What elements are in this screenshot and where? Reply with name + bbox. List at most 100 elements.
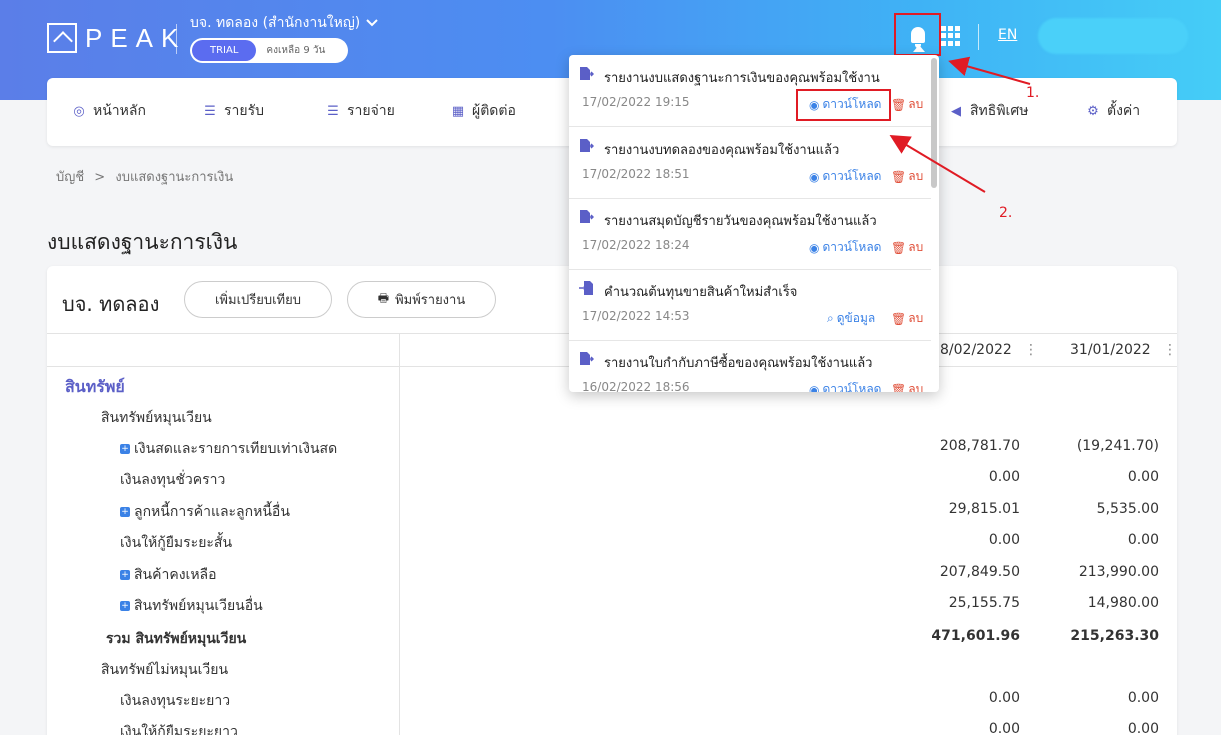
trial-remaining: คงเหลือ 9 วัน	[266, 45, 326, 56]
row-label: สินทรัพย์	[65, 377, 125, 396]
row-value-1: 25,155.75	[948, 595, 1020, 611]
row-value-2: 0.00	[1127, 532, 1159, 548]
nav-item-contacts[interactable]: ▦ ผู้ติดต่อ	[450, 100, 516, 122]
delete-link[interactable]: 🗑 ลบ	[891, 167, 923, 186]
divider	[978, 24, 979, 50]
expense-icon: ☰	[327, 103, 339, 119]
annotation-label-2: 2.	[999, 205, 1013, 221]
dashboard-icon: ◎	[73, 103, 85, 119]
notification-time: 17/02/2022 14:53	[582, 309, 690, 323]
breadcrumb-root[interactable]: บัญชี	[56, 170, 84, 185]
nav-label: สิทธิพิเศษ	[970, 103, 1029, 119]
table-row[interactable]: + เงินสดและรายการเทียบเท่าเงินสด 208,781.…	[47, 432, 1177, 462]
table-row: เงินให้กู้ยืมระยะยาว 0.00 0.00	[47, 715, 1177, 735]
logo-mark-icon	[47, 23, 77, 53]
expand-icon[interactable]: +	[120, 601, 130, 611]
row-label: สินทรัพย์ไม่หมุนเวียน	[101, 662, 229, 678]
view-data-link[interactable]: ⌕ ดูข้อมูล	[827, 309, 875, 328]
gear-icon: ⚙	[1087, 103, 1099, 119]
row-value-1: 29,815.01	[948, 501, 1020, 517]
delete-link[interactable]: 🗑 ลบ	[891, 238, 923, 257]
user-menu[interactable]	[1038, 18, 1188, 54]
nav-item-settings[interactable]: ⚙ ตั้งค่า	[1085, 100, 1140, 122]
row-value-1: 207,849.50	[939, 564, 1020, 580]
table-row: สินทรัพย์ไม่หมุนเวียน	[47, 653, 1177, 683]
report-file-icon	[578, 351, 595, 367]
table-row[interactable]: + ลูกหนี้การค้าและลูกหนี้อื่น 29,815.01 5…	[47, 495, 1177, 525]
annotation-label-1: 1.	[1026, 85, 1040, 101]
nav-item-expense[interactable]: ☰ รายจ่าย	[325, 100, 395, 122]
page-title: งบแสดงฐานะการเงิน	[47, 230, 238, 254]
nav-item-home[interactable]: ◎ หน้าหลัก	[71, 100, 146, 122]
download-link[interactable]: ◉ ดาวน์โหลด	[809, 238, 881, 257]
column-menu-icon[interactable]: ⋮	[1024, 342, 1038, 358]
notification-time: 17/02/2022 19:15	[582, 95, 690, 109]
download-highlight-box	[796, 89, 891, 121]
trash-icon: 🗑	[891, 382, 907, 393]
row-label: เงินสดและรายการเทียบเท่าเงินสด	[134, 441, 338, 457]
printer-icon: 🖶	[377, 291, 390, 305]
download-icon: ◉	[809, 240, 820, 255]
trash-icon: 🗑	[891, 240, 907, 255]
expand-icon[interactable]: +	[120, 570, 130, 580]
peak-logo[interactable]: PEAK	[47, 23, 186, 53]
table-row[interactable]: + สินค้าคงเหลือ 207,849.50 213,990.00	[47, 558, 1177, 588]
nav-item-privileges[interactable]: ◀ สิทธิพิเศษ	[948, 100, 1028, 122]
language-switch[interactable]: EN	[998, 27, 1017, 43]
nav-label: รายจ่าย	[347, 103, 395, 119]
row-value-1: 471,601.96	[931, 628, 1020, 644]
report-file-icon	[578, 209, 595, 225]
delete-link[interactable]: 🗑 ลบ	[891, 309, 923, 328]
column-date-1: 8/02/2022	[940, 342, 1012, 358]
nav-item-income[interactable]: ☰ รายรับ	[202, 100, 264, 122]
row-label: สินทรัพย์หมุนเวียน	[101, 410, 212, 426]
download-label: ดาวน์โหลด	[822, 382, 882, 392]
row-label: สินค้าคงเหลือ	[134, 567, 217, 583]
divider	[176, 24, 177, 54]
table-row[interactable]: + สินทรัพย์หมุนเวียนอื่น 25,155.75 14,980…	[47, 589, 1177, 619]
breadcrumb: บัญชี > งบแสดงฐานะการเงิน	[56, 166, 233, 187]
delete-label: ลบ	[908, 311, 924, 325]
column-menu-icon[interactable]: ⋮	[1163, 342, 1177, 358]
download-link[interactable]: ◉ ดาวน์โหลด	[809, 167, 881, 186]
import-icon	[578, 280, 594, 296]
row-value-1: 0.00	[988, 721, 1020, 735]
trash-icon: 🗑	[891, 97, 907, 112]
notification-item[interactable]: รายงานสมุดบัญชีรายวันของคุณพร้อมใช้งานแล…	[569, 198, 931, 270]
notification-title: รายงานสมุดบัญชีรายวันของคุณพร้อมใช้งานแล…	[604, 214, 877, 229]
dropdown-scrollbar[interactable]	[931, 58, 937, 188]
chevron-down-icon	[366, 19, 378, 27]
row-value-1: 0.00	[988, 690, 1020, 706]
nav-label: หน้าหลัก	[93, 103, 146, 119]
contacts-icon: ▦	[451, 103, 465, 119]
company-selector[interactable]: บจ. ทดลอง (สำนักงานใหญ่)	[190, 12, 378, 34]
delete-label: ลบ	[908, 97, 924, 111]
nav-label: ผู้ติดต่อ	[472, 103, 516, 119]
notification-item[interactable]: รายงานงบทดลองของคุณพร้อมใช้งานแล้ว 17/02…	[569, 127, 931, 199]
delete-label: ลบ	[908, 240, 924, 254]
delete-link[interactable]: 🗑 ลบ	[891, 380, 923, 392]
notification-item[interactable]: รายงานใบกำกับภาษีซื้อของคุณพร้อมใช้งานแล…	[569, 340, 931, 392]
nav-label: ตั้งค่า	[1107, 103, 1141, 119]
notification-time: 17/02/2022 18:24	[582, 238, 690, 252]
apps-grid-icon[interactable]	[941, 26, 961, 46]
expand-icon[interactable]: +	[120, 444, 130, 454]
row-value-2: 14,980.00	[1087, 595, 1159, 611]
row-label: เงินลงทุนชั่วคราว	[120, 472, 226, 488]
row-label: ลูกหนี้การค้าและลูกหนี้อื่น	[134, 504, 290, 520]
print-button[interactable]: 🖶 พิมพ์รายงาน	[347, 281, 496, 318]
row-value-2: 5,535.00	[1096, 501, 1159, 517]
notification-title: รายงานงบทดลองของคุณพร้อมใช้งานแล้ว	[604, 143, 840, 158]
delete-link[interactable]: 🗑 ลบ	[891, 95, 923, 114]
row-value-2: 0.00	[1127, 721, 1159, 735]
row-value-2: (19,241.70)	[1076, 438, 1159, 454]
notification-item[interactable]: คำนวณต้นทุนขายสินค้าใหม่สำเร็จ 17/02/202…	[569, 269, 931, 341]
download-link[interactable]: ◉ ดาวน์โหลด	[809, 380, 881, 392]
expand-icon[interactable]: +	[120, 507, 130, 517]
compare-button[interactable]: เพิ่มเปรียบเทียบ	[184, 281, 332, 318]
bell-icon	[910, 26, 925, 48]
row-label: เงินให้กู้ยืมระยะยาว	[120, 724, 238, 735]
trash-icon: 🗑	[891, 311, 907, 326]
breadcrumb-separator: >	[94, 170, 106, 185]
row-value-2: 215,263.30	[1070, 628, 1159, 644]
